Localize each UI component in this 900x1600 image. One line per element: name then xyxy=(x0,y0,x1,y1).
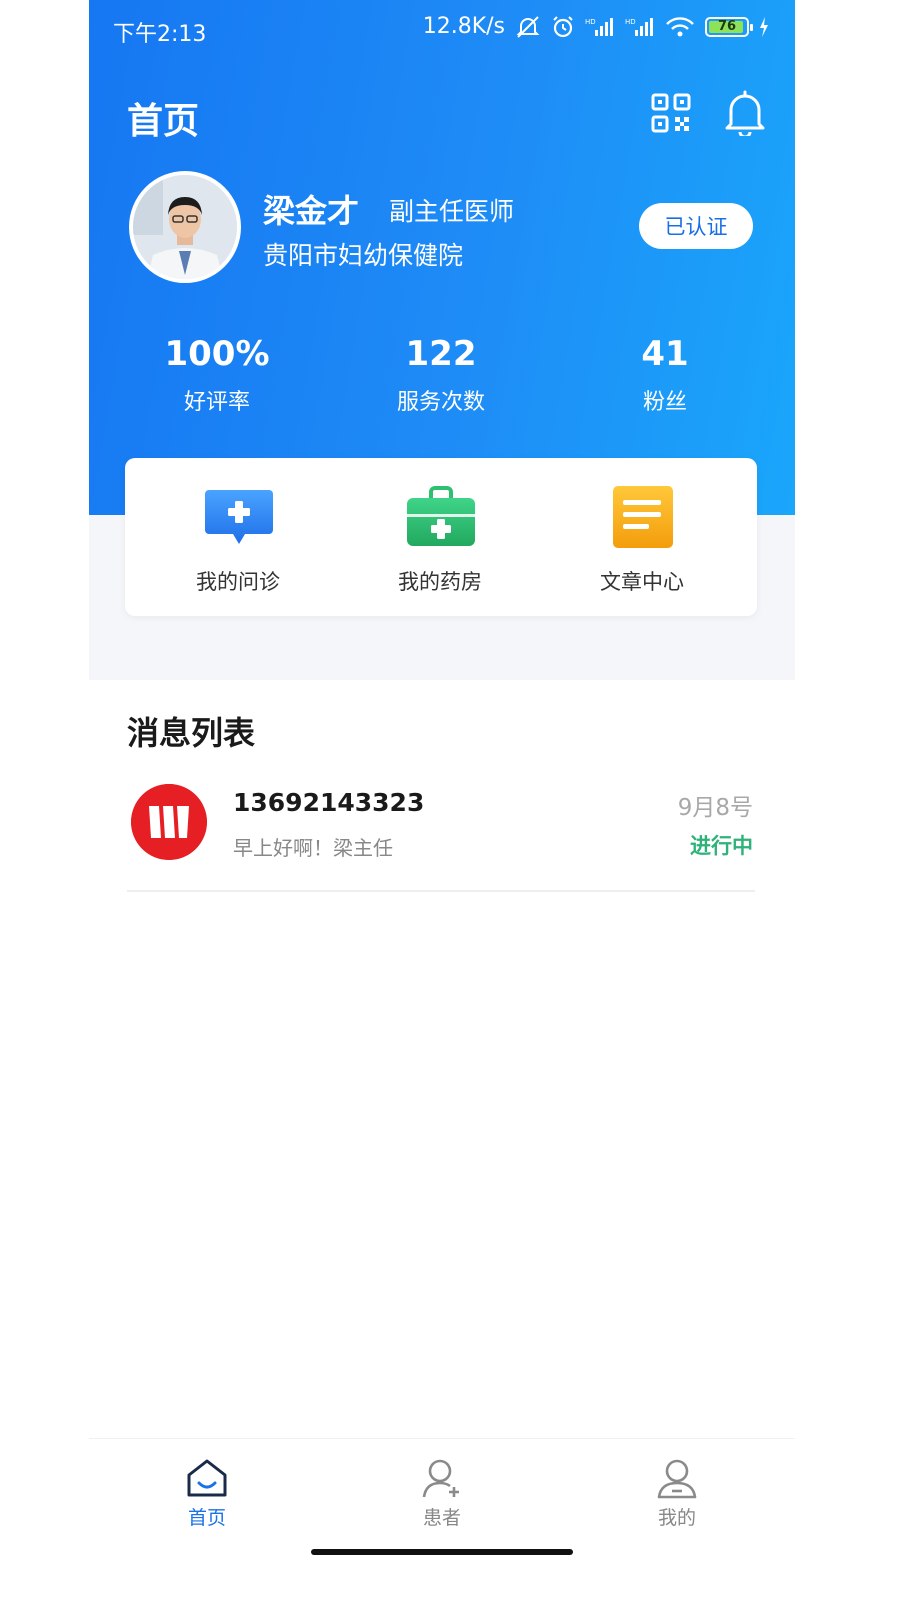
stat-rating[interactable]: 100% 好评率 xyxy=(117,334,317,416)
battery-icon: 76 xyxy=(705,16,753,37)
stat-fans[interactable]: 41 粉丝 xyxy=(565,334,765,416)
quick-action-label: 文章中心 xyxy=(600,570,684,594)
bell-icon xyxy=(725,90,765,139)
stat-label: 粉丝 xyxy=(642,390,687,415)
message-sender: 13692143323 xyxy=(233,788,425,817)
message-status: 进行中 xyxy=(690,834,753,858)
network-speed: 12.8K/s xyxy=(422,14,505,39)
stat-label: 好评率 xyxy=(183,390,250,415)
signal-icon: HD xyxy=(625,16,655,38)
message-date: 9月8号 xyxy=(677,795,753,821)
quick-action-consultation[interactable]: 我的问诊 xyxy=(133,458,343,616)
stat-value: 41 xyxy=(641,334,689,374)
doctor-avatar[interactable] xyxy=(129,171,241,283)
stat-value: 100% xyxy=(164,334,270,374)
stat-label: 服务次数 xyxy=(396,390,485,415)
quick-action-articles[interactable]: 文章中心 xyxy=(537,458,747,616)
messages-heading: 消息列表 xyxy=(127,714,256,752)
tab-label: 首页 xyxy=(187,1507,226,1529)
bottom-tab-bar: 首页 患者 我的 xyxy=(89,1438,795,1600)
consultation-icon xyxy=(205,490,273,544)
verified-badge-button[interactable]: 已认证 xyxy=(639,203,753,249)
qr-code-icon xyxy=(651,93,691,133)
svg-text:HD: HD xyxy=(585,18,596,26)
qr-code-button[interactable] xyxy=(651,93,691,133)
quick-action-label: 我的药房 xyxy=(398,570,482,594)
profile-icon xyxy=(657,1459,697,1499)
quick-actions-card: 我的问诊 我的药房 文章中心 xyxy=(125,458,757,616)
contact-logo-icon xyxy=(131,784,207,860)
message-list-item[interactable]: 13692143323 早上好啊！梁主任 9月8号 进行中 xyxy=(127,780,755,892)
tab-label: 我的 xyxy=(657,1507,696,1529)
svg-text:HD: HD xyxy=(625,18,636,26)
tab-profile[interactable]: 我的 xyxy=(607,1457,747,1529)
tab-patients[interactable]: 患者 xyxy=(372,1457,512,1529)
status-icons: 12.8K/s HD HD 76 xyxy=(423,14,769,39)
phone-screen: 下午2:13 12.8K/s HD HD 76 首页 梁金才 副主任医师 贵阳市… xyxy=(89,0,795,1600)
doctor-photo xyxy=(133,175,237,279)
alarm-icon xyxy=(551,15,575,39)
quick-action-label: 我的问诊 xyxy=(196,570,280,594)
stat-service-count[interactable]: 122 服务次数 xyxy=(341,334,541,416)
signal-icon: HD xyxy=(585,16,615,38)
tab-label: 患者 xyxy=(422,1507,461,1529)
mute-icon xyxy=(515,15,541,39)
doctor-hospital: 贵阳市妇幼保健院 xyxy=(263,241,464,270)
tab-home[interactable]: 首页 xyxy=(137,1457,277,1529)
quick-action-pharmacy[interactable]: 我的药房 xyxy=(335,458,545,616)
wifi-icon xyxy=(665,16,695,38)
battery-level: 76 xyxy=(717,19,737,34)
notification-button[interactable] xyxy=(723,90,767,139)
page-title: 首页 xyxy=(127,101,200,142)
home-indicator[interactable] xyxy=(311,1549,573,1555)
home-icon xyxy=(187,1459,227,1497)
stat-value: 122 xyxy=(405,334,477,374)
doctor-title: 副主任医师 xyxy=(389,197,515,226)
article-icon xyxy=(613,486,673,548)
contact-avatar xyxy=(131,784,207,860)
charging-icon xyxy=(759,16,769,37)
status-bar: 下午2:13 12.8K/s HD HD 76 xyxy=(89,0,795,58)
patient-icon xyxy=(422,1459,459,1498)
status-time: 下午2:13 xyxy=(113,22,207,47)
message-preview: 早上好啊！梁主任 xyxy=(233,836,393,860)
doctor-name: 梁金才 xyxy=(263,192,360,230)
medicine-kit-icon xyxy=(407,486,475,546)
